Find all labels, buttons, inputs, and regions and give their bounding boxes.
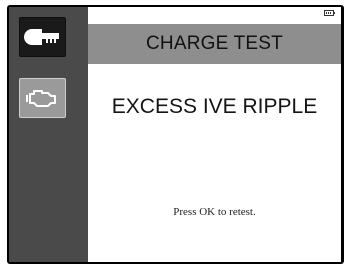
title-bar: CHARGE TEST bbox=[88, 24, 341, 64]
battery-tester-icon bbox=[24, 29, 59, 45]
sidebar bbox=[9, 7, 88, 262]
page-title: CHARGE TEST bbox=[146, 33, 283, 54]
main-panel: CHARGE TEST EXCESS IVE RIPPLE Press OK t… bbox=[88, 7, 341, 262]
battery-level-icon bbox=[324, 10, 335, 16]
sidebar-item-engine-test[interactable] bbox=[19, 78, 66, 118]
retest-instruction: Press OK to retest. bbox=[173, 206, 256, 218]
sidebar-item-battery-test[interactable] bbox=[19, 17, 66, 57]
device-screen: CHARGE TEST EXCESS IVE RIPPLE Press OK t… bbox=[0, 0, 352, 267]
engine-icon bbox=[26, 90, 56, 107]
result-message: EXCESS IVE RIPPLE bbox=[111, 95, 318, 118]
